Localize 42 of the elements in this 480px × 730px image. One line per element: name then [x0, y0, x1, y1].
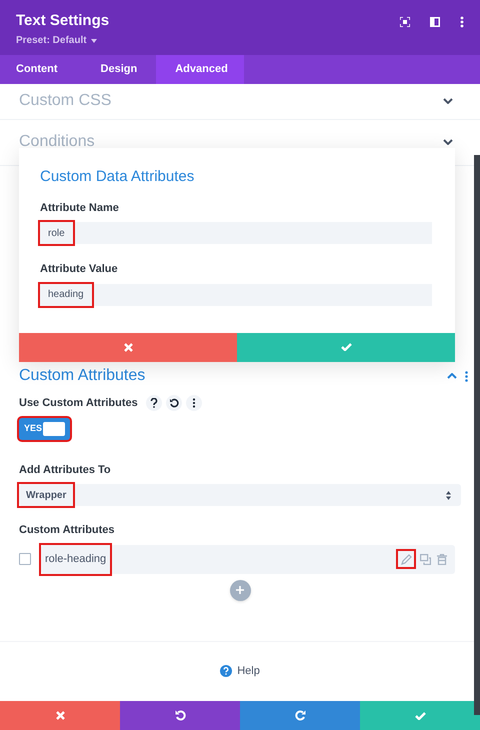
toggle-switch[interactable]: YES: [19, 418, 70, 440]
close-icon: [56, 711, 64, 720]
checkbox[interactable]: [19, 553, 31, 565]
more-icon[interactable]: [186, 395, 202, 412]
field-label: Attribute Name: [39, 200, 120, 216]
split-view-icon[interactable]: [430, 17, 440, 27]
add-button[interactable]: [230, 580, 250, 600]
chevron-up-icon[interactable]: [447, 373, 457, 379]
modal-title: Custom Data Attributes: [39, 167, 196, 187]
sort-arrows-icon: [446, 490, 451, 500]
confirm-button[interactable]: [237, 332, 455, 362]
help-link[interactable]: Help: [220, 662, 260, 679]
save-button[interactable]: [360, 701, 480, 730]
plus-icon: [236, 586, 244, 594]
cancel-button[interactable]: [19, 332, 237, 362]
input-field[interactable]: heading: [40, 284, 432, 306]
preset-dropdown[interactable]: Preset: Default: [16, 33, 110, 48]
reset-icon[interactable]: [166, 395, 182, 412]
caret-icon: [90, 38, 97, 42]
attributes-target-select[interactable]: Wrapper: [19, 484, 461, 506]
chevron-down-icon[interactable]: [443, 138, 453, 144]
panel-title: Text Settings: [16, 12, 110, 30]
fullscreen-icon[interactable]: [400, 17, 410, 27]
redo-icon: [294, 710, 306, 721]
input-field[interactable]: role: [40, 222, 432, 244]
tab[interactable]: Advanced: [156, 55, 244, 84]
field-label: Custom Attributes: [18, 523, 116, 538]
chevron-down-icon[interactable]: [443, 98, 453, 104]
field-label: Add Attributes To: [18, 462, 112, 478]
tab[interactable]: Design: [82, 55, 156, 84]
section-title[interactable]: Custom Attributes: [19, 364, 146, 388]
check-icon: [414, 712, 426, 720]
close-icon: [124, 342, 132, 352]
check-icon: [340, 343, 352, 351]
undo-icon: [174, 710, 186, 721]
more-icon[interactable]: [460, 16, 464, 28]
help-icon: [220, 664, 232, 677]
field-label: Use Custom Attributes: [19, 396, 138, 411]
scrollbar[interactable]: [474, 155, 480, 715]
help-icon[interactable]: [146, 395, 162, 412]
field-label: Attribute Value: [39, 262, 119, 277]
tab[interactable]: Content: [0, 55, 82, 84]
